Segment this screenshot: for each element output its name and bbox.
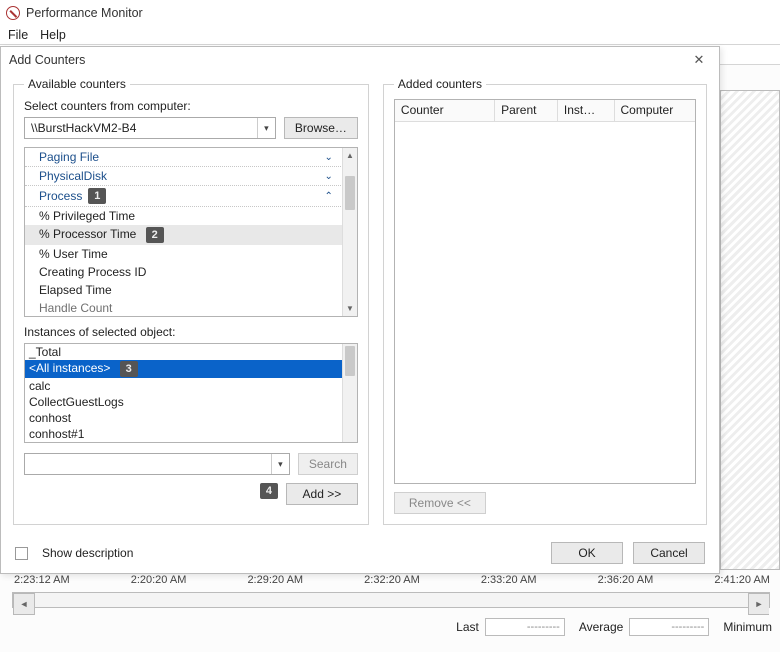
time-tick: 2:23:12 AM <box>14 574 70 590</box>
stat-last-label: Last <box>456 620 479 634</box>
counter-category-process[interactable]: Process 1 ⌃ <box>25 186 357 207</box>
chart-scrollbar[interactable]: ◄ ► <box>12 592 770 608</box>
instance-row[interactable]: CollectGuestLogs <box>25 394 357 410</box>
counter-item[interactable]: % Privileged Time <box>25 207 357 225</box>
perfmon-icon <box>6 6 20 20</box>
show-description-label: Show description <box>42 546 133 560</box>
counter-item[interactable]: Elapsed Time <box>25 281 357 299</box>
main-window-title: Performance Monitor <box>26 6 143 20</box>
counter-item[interactable]: % User Time <box>25 245 357 263</box>
chart-strip <box>720 90 780 570</box>
scroll-right-icon[interactable]: ► <box>748 593 769 615</box>
added-counters-legend: Added counters <box>394 77 486 91</box>
stat-avg-label: Average <box>579 620 623 634</box>
time-tick: 2:33:20 AM <box>481 574 537 590</box>
browse-button[interactable]: Browse… <box>284 117 358 139</box>
added-counters-group: Added counters Counter Parent Inst… Comp… <box>383 77 707 525</box>
time-tick: 2:36:20 AM <box>598 574 654 590</box>
stats-row: Last --------- Average --------- Minimum <box>0 618 780 636</box>
scroll-up-icon[interactable]: ▲ <box>343 148 357 163</box>
dialog-footer: Show description OK Cancel <box>1 533 719 573</box>
step-badge-4: 4 <box>260 483 278 499</box>
menu-help[interactable]: Help <box>40 28 66 42</box>
stat-last-value: --------- <box>485 618 565 636</box>
time-tick: 2:29:20 AM <box>247 574 303 590</box>
counter-category[interactable]: Paging File ⌄ <box>25 148 357 167</box>
col-parent[interactable]: Parent <box>495 100 558 121</box>
ok-button[interactable]: OK <box>551 542 623 564</box>
chart-time-axis: 2:23:12 AM 2:20:20 AM 2:29:20 AM 2:32:20… <box>14 574 770 590</box>
chevron-down-icon: ▾ <box>271 454 289 474</box>
instance-row[interactable]: conhost#1 <box>25 426 357 442</box>
stat-min-label: Minimum <box>723 620 772 634</box>
instance-row[interactable]: calc <box>25 378 357 394</box>
available-counters-group: Available counters Select counters from … <box>13 77 369 525</box>
instance-row[interactable]: conhost#2 <box>25 442 357 443</box>
grid-header: Counter Parent Inst… Computer <box>395 100 695 122</box>
time-tick: 2:41:20 AM <box>714 574 770 590</box>
counter-item[interactable]: Handle Count <box>25 299 357 317</box>
close-icon[interactable]: ✕ <box>687 50 711 70</box>
instances-label: Instances of selected object: <box>24 325 358 339</box>
added-counters-grid[interactable]: Counter Parent Inst… Computer <box>394 99 696 484</box>
scroll-down-icon[interactable]: ▼ <box>343 301 357 316</box>
chevron-down-icon: ⌄ <box>325 171 333 182</box>
scroll-left-icon[interactable]: ◄ <box>13 593 35 615</box>
col-instance[interactable]: Inst… <box>558 100 615 121</box>
search-input[interactable]: ▾ <box>24 453 290 475</box>
main-menubar: File Help <box>0 25 780 45</box>
step-badge-2: 2 <box>146 227 164 243</box>
cancel-button[interactable]: Cancel <box>633 542 705 564</box>
chevron-down-icon: ▾ <box>257 118 275 138</box>
chevron-up-icon: ⌃ <box>325 191 333 202</box>
instance-row-all[interactable]: <All instances> 3 <box>25 360 357 378</box>
time-tick: 2:32:20 AM <box>364 574 420 590</box>
add-button[interactable]: Add >> <box>286 483 358 505</box>
col-counter[interactable]: Counter <box>395 100 495 121</box>
counter-item[interactable]: Creating Process ID <box>25 263 357 281</box>
main-window-titlebar: Performance Monitor <box>0 0 780 25</box>
step-badge-1: 1 <box>88 188 106 204</box>
show-description-checkbox[interactable] <box>15 547 28 560</box>
computer-combo-value: \\BurstHackVM2-B4 <box>31 121 136 135</box>
add-counters-dialog: Add Counters ✕ Available counters Select… <box>0 46 720 574</box>
remove-button[interactable]: Remove << <box>394 492 486 514</box>
time-tick: 2:20:20 AM <box>131 574 187 590</box>
stat-avg-value: --------- <box>629 618 709 636</box>
menu-file[interactable]: File <box>8 28 28 42</box>
computer-combo[interactable]: \\BurstHackVM2-B4 ▾ <box>24 117 276 139</box>
counters-listbox[interactable]: Paging File ⌄ PhysicalDisk ⌄ Process 1 ⌃… <box>24 147 358 317</box>
dialog-title: Add Counters <box>9 53 85 67</box>
search-button[interactable]: Search <box>298 453 358 475</box>
instance-row[interactable]: _Total <box>25 344 357 360</box>
col-computer[interactable]: Computer <box>615 100 696 121</box>
counter-category[interactable]: PhysicalDisk ⌄ <box>25 167 357 186</box>
chevron-down-icon: ⌄ <box>325 152 333 163</box>
scrollbar[interactable]: ▲ ▼ <box>342 148 357 316</box>
dialog-titlebar: Add Counters ✕ <box>1 47 719 73</box>
instance-row[interactable]: conhost <box>25 410 357 426</box>
step-badge-3: 3 <box>120 361 138 377</box>
select-computer-label: Select counters from computer: <box>24 99 358 113</box>
counter-item-processor-time[interactable]: % Processor Time 2 <box>25 225 357 245</box>
scrollbar[interactable] <box>342 344 357 442</box>
available-counters-legend: Available counters <box>24 77 130 91</box>
scrollbar-thumb[interactable] <box>345 346 355 376</box>
scrollbar-thumb[interactable] <box>345 176 355 210</box>
instances-listbox[interactable]: _Total <All instances> 3 calc CollectGue… <box>24 343 358 443</box>
